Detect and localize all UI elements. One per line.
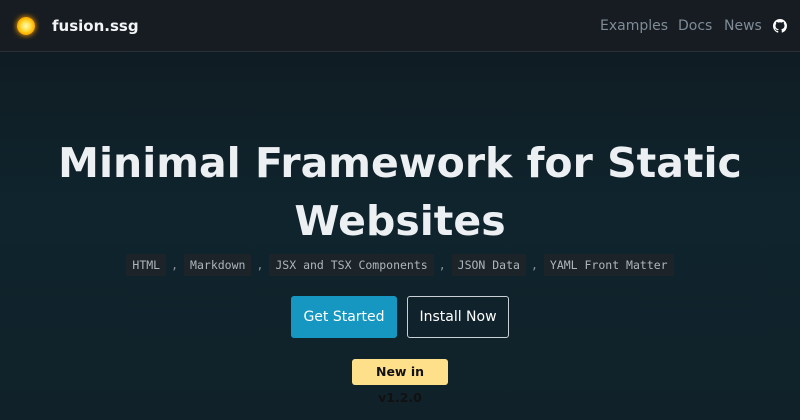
hero-title-line-2: Websites <box>294 197 506 245</box>
tag-separator: , <box>530 258 538 272</box>
brand-name[interactable]: fusion.ssg <box>52 16 139 36</box>
tag-jsx-tsx: JSX and TSX Components <box>269 254 434 276</box>
version-badge[interactable]: New in v1.2.0 <box>352 359 448 405</box>
nav-link-news[interactable]: News <box>724 17 762 35</box>
landing-page: fusion.ssg Examples Docs News Minimal Fr… <box>0 0 800 420</box>
get-started-button[interactable]: Get Started <box>291 296 397 338</box>
tag-separator: , <box>256 258 264 272</box>
tag-markdown: Markdown <box>184 254 252 276</box>
github-icon[interactable] <box>773 19 787 33</box>
sun-logo-icon[interactable] <box>13 13 39 39</box>
install-now-button[interactable]: Install Now <box>407 296 509 338</box>
sun-logo-glow <box>17 17 35 35</box>
tag-separator: , <box>171 258 179 272</box>
navbar: fusion.ssg Examples Docs News <box>0 0 800 52</box>
nav-link-docs[interactable]: Docs <box>678 17 712 35</box>
tag-yaml-front-matter: YAML Front Matter <box>543 254 674 276</box>
hero-title: Minimal Framework for Static Websites <box>40 134 760 250</box>
tag-separator: , <box>438 258 446 272</box>
tag-html: HTML <box>126 254 167 276</box>
tag-json-data: JSON Data <box>451 254 526 276</box>
hero-title-line-1: Minimal Framework for Static <box>58 139 742 187</box>
nav-link-examples[interactable]: Examples <box>600 17 668 35</box>
feature-tags: HTML , Markdown , JSX and TSX Components… <box>0 254 800 276</box>
